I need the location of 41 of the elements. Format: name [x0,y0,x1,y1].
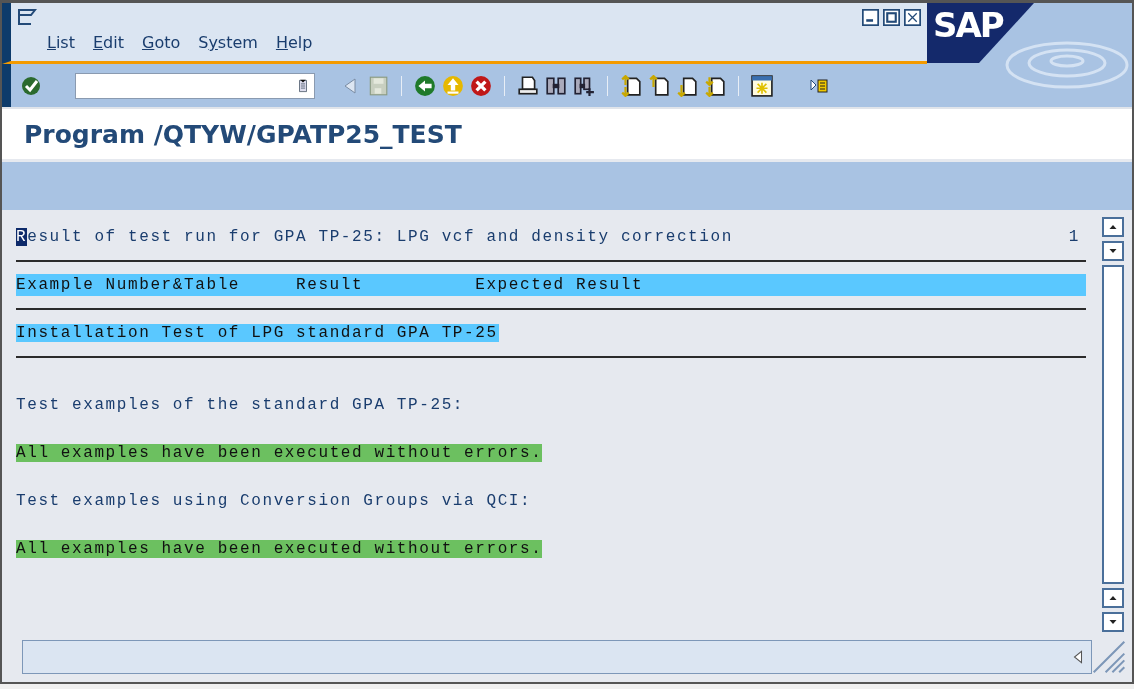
screen-title: Program /QTYW/GPATP25_TEST [24,119,462,149]
find-icon[interactable] [545,74,567,97]
page-down-button[interactable] [1102,612,1124,632]
menu-item[interactable]: List [47,33,75,52]
close-icon[interactable] [904,9,921,26]
print-icon[interactable] [517,74,539,97]
menu-item[interactable]: Help [275,33,313,52]
new-window-icon[interactable] [751,74,773,97]
find-next-icon[interactable] [573,74,595,97]
history-icon[interactable] [296,77,310,94]
first-page-icon[interactable] [620,74,642,97]
system-menu-icon[interactable] [17,7,37,27]
menu-item[interactable]: System [198,33,258,52]
success-message: All examples have been executed without errors. [16,540,543,558]
page-up-button[interactable] [1102,588,1124,608]
scroll-up-button[interactable] [1102,217,1124,237]
page-number: 1 [1068,228,1080,246]
list-text: Test examples using Conversion Groups via QCI: [16,492,532,510]
resize-grip-icon[interactable] [1092,640,1126,674]
next-page-icon[interactable] [676,74,698,97]
triangle-left-icon[interactable] [1071,648,1085,666]
column-header: Result [296,276,365,294]
previous-page-icon[interactable] [648,74,670,97]
menu-item[interactable]: Edit [93,33,124,52]
list-text: Test examples of the standard GPA TP-25: [16,396,465,414]
column-header: Expected Result [475,276,645,294]
list-heading: Result of test run for GPA TP-25: LPG vcf and density correction [16,228,733,246]
column-header: Example Number&Table [16,276,242,294]
minimize-icon[interactable] [862,9,879,26]
section-heading: Installation Test of LPG standard GPA TP-25 [16,324,499,342]
success-message: All examples have been executed without errors. [16,444,543,462]
back-icon[interactable] [414,74,436,97]
menu-item[interactable]: Goto [141,33,181,52]
checkmark-icon[interactable] [21,75,41,96]
cancel-icon[interactable] [470,74,492,97]
maximize-icon[interactable] [883,9,900,26]
scrollbar-thumb[interactable] [1102,265,1124,584]
command-field[interactable] [75,72,315,99]
last-page-icon[interactable] [704,74,726,97]
scroll-down-button[interactable] [1102,241,1124,261]
sap-logo: SAP [933,5,1003,45]
